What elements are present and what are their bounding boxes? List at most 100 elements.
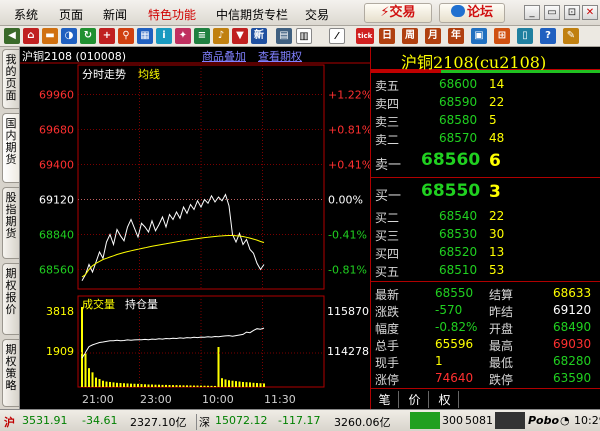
ask-3-volume: 5 bbox=[489, 113, 497, 127]
quote-value: 74640 bbox=[435, 371, 474, 385]
bid-1-label: 买一 bbox=[375, 189, 402, 204]
count-5081: 5081 bbox=[465, 414, 493, 427]
overlay-menu[interactable]: 商品叠加 bbox=[202, 48, 246, 64]
bid-5-price: 68510 bbox=[439, 263, 478, 277]
options-menu[interactable]: 查看期权 bbox=[258, 48, 302, 64]
menu-features[interactable]: 特色功能 bbox=[148, 6, 196, 23]
menu-news[interactable]: 新闻 bbox=[103, 6, 127, 23]
ask-3[interactable]: 卖三 68580 5 bbox=[371, 112, 600, 129]
week-icon[interactable]: 周 bbox=[402, 28, 418, 44]
tab-price[interactable]: 价 bbox=[401, 391, 429, 408]
ask-1-price: 68560 bbox=[421, 150, 481, 170]
forum-button[interactable]: 论坛 bbox=[439, 3, 505, 23]
ask-4[interactable]: 卖四 68590 22 bbox=[371, 94, 600, 111]
quote-label: 涨停 bbox=[375, 373, 400, 387]
ask-1[interactable]: 卖一 68560 6 bbox=[371, 150, 600, 174]
table-icon[interactable]: ▤ bbox=[276, 28, 292, 44]
forum-icon bbox=[450, 5, 465, 17]
tab-rights[interactable]: 权 bbox=[431, 391, 459, 408]
tab-index-futures[interactable]: 股指期货 bbox=[2, 187, 19, 259]
menu-page[interactable]: 页面 bbox=[59, 6, 83, 23]
quote-label: 最新 bbox=[375, 288, 400, 302]
price-tick-label: 69400 bbox=[39, 159, 74, 172]
oi-tick-label: 114278 bbox=[327, 345, 369, 358]
filter-icon[interactable]: ▼ bbox=[232, 28, 248, 44]
quote-label: 跌停 bbox=[489, 373, 514, 387]
quote-value: 63590 bbox=[553, 371, 592, 385]
menu-bar: 系统 页面 新闻 特色功能 中信期货专栏 交易 ⚡交易 论坛 _ ▭ ⊡ ✕ bbox=[0, 0, 600, 26]
quote-label: 最高 bbox=[489, 339, 514, 353]
quote-divider bbox=[371, 281, 600, 282]
trade-button[interactable]: ⚡交易 bbox=[364, 3, 432, 23]
home-icon[interactable]: ⌂ bbox=[23, 28, 39, 44]
ask-2-price: 68570 bbox=[439, 131, 478, 145]
menu-trade[interactable]: 交易 bbox=[305, 6, 329, 23]
toggle-icon[interactable]: ◑ bbox=[61, 28, 77, 44]
trend-icon[interactable]: ⁄ bbox=[329, 28, 345, 44]
help-icon[interactable]: ? bbox=[540, 28, 556, 44]
stripe-green bbox=[441, 70, 600, 73]
bid-5[interactable]: 买五 68510 53 bbox=[371, 262, 600, 279]
info-icon[interactable]: i bbox=[156, 28, 172, 44]
minimize-icon[interactable]: _ bbox=[524, 5, 540, 20]
bid-2-label: 买二 bbox=[375, 211, 400, 225]
price-tick-label: 69960 bbox=[39, 89, 74, 102]
close-icon[interactable]: ✕ bbox=[582, 5, 598, 20]
menu-citic-column[interactable]: 中信期货专栏 bbox=[216, 6, 288, 23]
sh-value: 3531.91 bbox=[22, 414, 68, 427]
tool-icon[interactable]: ✦ bbox=[175, 28, 191, 44]
quote-value: 68280 bbox=[553, 354, 592, 368]
tab-ticks[interactable]: 笔 bbox=[371, 391, 399, 408]
zoom-in-icon[interactable]: + bbox=[99, 28, 115, 44]
price-tick-label: 68840 bbox=[39, 229, 74, 242]
year-icon[interactable]: 年 bbox=[448, 28, 464, 44]
quote-value: 68550 bbox=[435, 286, 474, 300]
tab-domestic-futures[interactable]: 国内期货 bbox=[2, 113, 19, 183]
bid-2[interactable]: 买二 68540 22 bbox=[371, 208, 600, 225]
tab-my-page[interactable]: 我的页面 bbox=[2, 49, 19, 109]
quote-panel: 沪铜2108(cu2108) 卖五 68600 14 卖四 68590 22 卖三 68580… bbox=[370, 47, 600, 409]
dock-icon[interactable]: ⊡ bbox=[564, 5, 580, 20]
tab-option-strategy[interactable]: 期权策略 bbox=[2, 339, 19, 407]
quote-label: 开盘 bbox=[489, 322, 514, 336]
panel-tabs: 笔 价 权 bbox=[371, 388, 600, 409]
bell-icon[interactable]: ♪ bbox=[213, 28, 229, 44]
ask-2[interactable]: 卖二 68570 48 bbox=[371, 130, 600, 147]
month-icon[interactable]: 月 bbox=[425, 28, 441, 44]
grid-icon[interactable]: ▦ bbox=[137, 28, 153, 44]
price-tick-label: 68560 bbox=[39, 264, 74, 277]
bid-1-price: 68550 bbox=[421, 181, 481, 201]
bid-3[interactable]: 买三 68530 30 bbox=[371, 226, 600, 243]
list-icon[interactable]: ≡ bbox=[194, 28, 210, 44]
refresh-icon[interactable]: ↻ bbox=[80, 28, 96, 44]
book-icon[interactable]: ▯ bbox=[517, 28, 533, 44]
bid-3-price: 68530 bbox=[439, 227, 478, 241]
clock-time: 10:29 bbox=[574, 414, 600, 427]
folder-icon[interactable]: ▬ bbox=[42, 28, 58, 44]
back-icon[interactable]: ◀ bbox=[4, 28, 20, 44]
calc-icon[interactable]: ▣ bbox=[471, 28, 487, 44]
bid-1[interactable]: 买一 68550 3 bbox=[371, 181, 600, 205]
grid2-icon[interactable]: ⊞ bbox=[494, 28, 510, 44]
chart-area[interactable]: 69960 +1.22% 69680 +0.81% 69400 +0.41% 69120 0.… bbox=[20, 47, 370, 409]
quote-label: 总手 bbox=[375, 339, 400, 353]
open-interest-line bbox=[81, 327, 265, 359]
tab-option-quotes[interactable]: 期权报价 bbox=[2, 263, 19, 335]
volume-tick-label: 3818 bbox=[46, 305, 74, 318]
time-tick-label: 23:00 bbox=[140, 393, 172, 406]
news-icon[interactable]: 新 bbox=[251, 28, 267, 44]
tick-icon[interactable]: tick bbox=[356, 28, 374, 44]
ask-5[interactable]: 卖五 68600 14 bbox=[371, 76, 600, 93]
quote-value: -0.82% bbox=[435, 320, 478, 334]
brand-logo: Pobo bbox=[528, 414, 560, 427]
pin-icon[interactable]: ✎ bbox=[563, 28, 579, 44]
chart-icon[interactable]: ▥ bbox=[296, 28, 312, 44]
bid-4[interactable]: 买四 68520 13 bbox=[371, 244, 600, 261]
time-tick-label: 11:30 bbox=[264, 393, 296, 406]
quote-value: 1 bbox=[435, 354, 443, 368]
day-icon[interactable]: 日 bbox=[379, 28, 395, 44]
search-icon[interactable]: ⚲ bbox=[118, 28, 134, 44]
bid-3-volume: 30 bbox=[489, 227, 505, 241]
menu-system[interactable]: 系统 bbox=[14, 6, 38, 23]
restore-icon[interactable]: ▭ bbox=[544, 5, 560, 20]
